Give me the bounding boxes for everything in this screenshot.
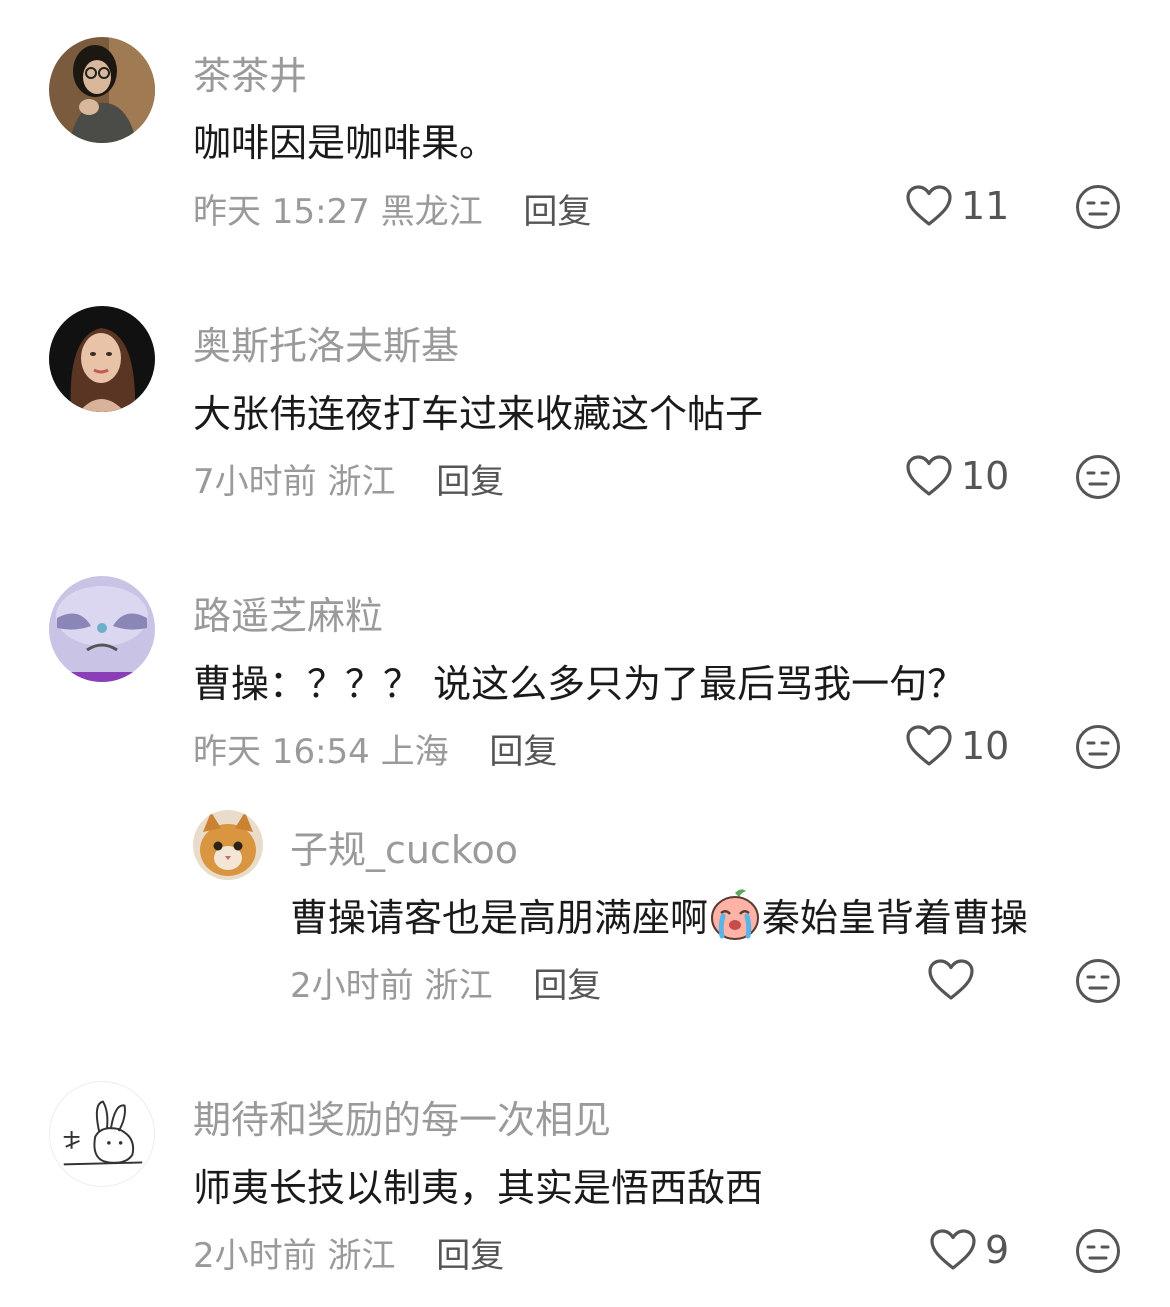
dislike-button[interactable] [1075,958,1121,1004]
dislike-button[interactable] [1075,724,1121,770]
dislike-button[interactable] [1075,1228,1121,1274]
orange-cat-icon [193,810,263,880]
like-button[interactable]: 10 [905,724,1009,768]
location: 黑龙江 [380,192,483,232]
comment-text: 曹操请客也是高朋满座啊 秦始皇背着曹操 [290,887,1028,942]
comment-meta: 2小时前 浙江 回复 [193,1228,504,1277]
comment-meta: 2小时前 浙江 回复 [290,958,601,1007]
neutral-face-icon [1076,1229,1120,1273]
dislike-button[interactable] [1075,184,1121,230]
location: 浙江 [327,1236,396,1276]
location: 浙江 [424,966,493,1006]
comment-text: 咖啡因是咖啡果。 [193,121,498,165]
like-button[interactable] [927,958,983,1002]
reply-button[interactable]: 回复 [523,192,591,232]
portrait-woman-glasses-icon [49,37,155,143]
reply-button[interactable]: 回复 [436,462,504,502]
heart-icon [906,185,952,226]
timestamp: 7小时前 [193,462,317,502]
reply-button[interactable]: 回复 [489,732,557,772]
crying-peach-emoji-icon [708,887,762,941]
comment-text-part: 秦始皇背着曹操 [762,896,1029,940]
reply-button[interactable]: 回复 [533,966,601,1006]
dislike-button[interactable] [1075,454,1121,500]
avatar[interactable] [49,576,155,682]
heart-icon [906,725,952,766]
sketch-rabbit-icon [50,1082,154,1186]
comment-text-part: 曹操请客也是高朋满座啊 [290,896,709,940]
username[interactable]: 期待和奖励的每一次相见 [193,1089,611,1144]
username[interactable]: 路遥芝麻粒 [193,585,383,640]
comment-text: 曹操：？？？ 说这么多只为了最后骂我一句？ [193,662,966,706]
avatar[interactable] [49,306,155,412]
heart-icon [930,1229,976,1270]
cartoon-cat-face-icon [49,576,155,682]
like-count: 10 [961,724,1010,768]
comment-meta: 7小时前 浙江 回复 [193,454,504,503]
timestamp: 昨天 16:54 [193,732,370,772]
portrait-woman-icon [49,306,155,412]
like-button[interactable]: 9 [929,1228,1009,1272]
username[interactable]: 茶茶井 [193,45,307,100]
heart-icon [906,455,952,496]
timestamp: 2小时前 [290,966,414,1006]
avatar[interactable] [49,1081,155,1187]
like-count: 9 [985,1228,1010,1272]
comment-text: 师夷长技以制夷，其实是悟西敌西 [193,1166,764,1210]
location: 上海 [380,732,449,772]
neutral-face-icon [1076,455,1120,499]
heart-icon [928,959,974,1000]
like-count: 10 [961,454,1010,498]
avatar[interactable] [193,810,263,880]
neutral-face-icon [1076,959,1120,1003]
neutral-face-icon [1076,185,1120,229]
timestamp: 昨天 15:27 [193,192,370,232]
comment-meta: 昨天 16:54 上海 回复 [193,724,557,773]
like-count: 11 [961,184,1010,228]
neutral-face-icon [1076,725,1120,769]
location: 浙江 [327,462,396,502]
like-button[interactable]: 10 [905,454,1009,498]
comment-text: 大张伟连夜打车过来收藏这个帖子 [193,392,764,436]
avatar[interactable] [49,37,155,143]
username[interactable]: 子规_cuckoo [290,819,518,874]
reply-button[interactable]: 回复 [436,1236,504,1276]
like-button[interactable]: 11 [905,184,1009,228]
comment-meta: 昨天 15:27 黑龙江 回复 [193,184,591,233]
timestamp: 2小时前 [193,1236,317,1276]
username[interactable]: 奥斯托洛夫斯基 [193,315,459,370]
